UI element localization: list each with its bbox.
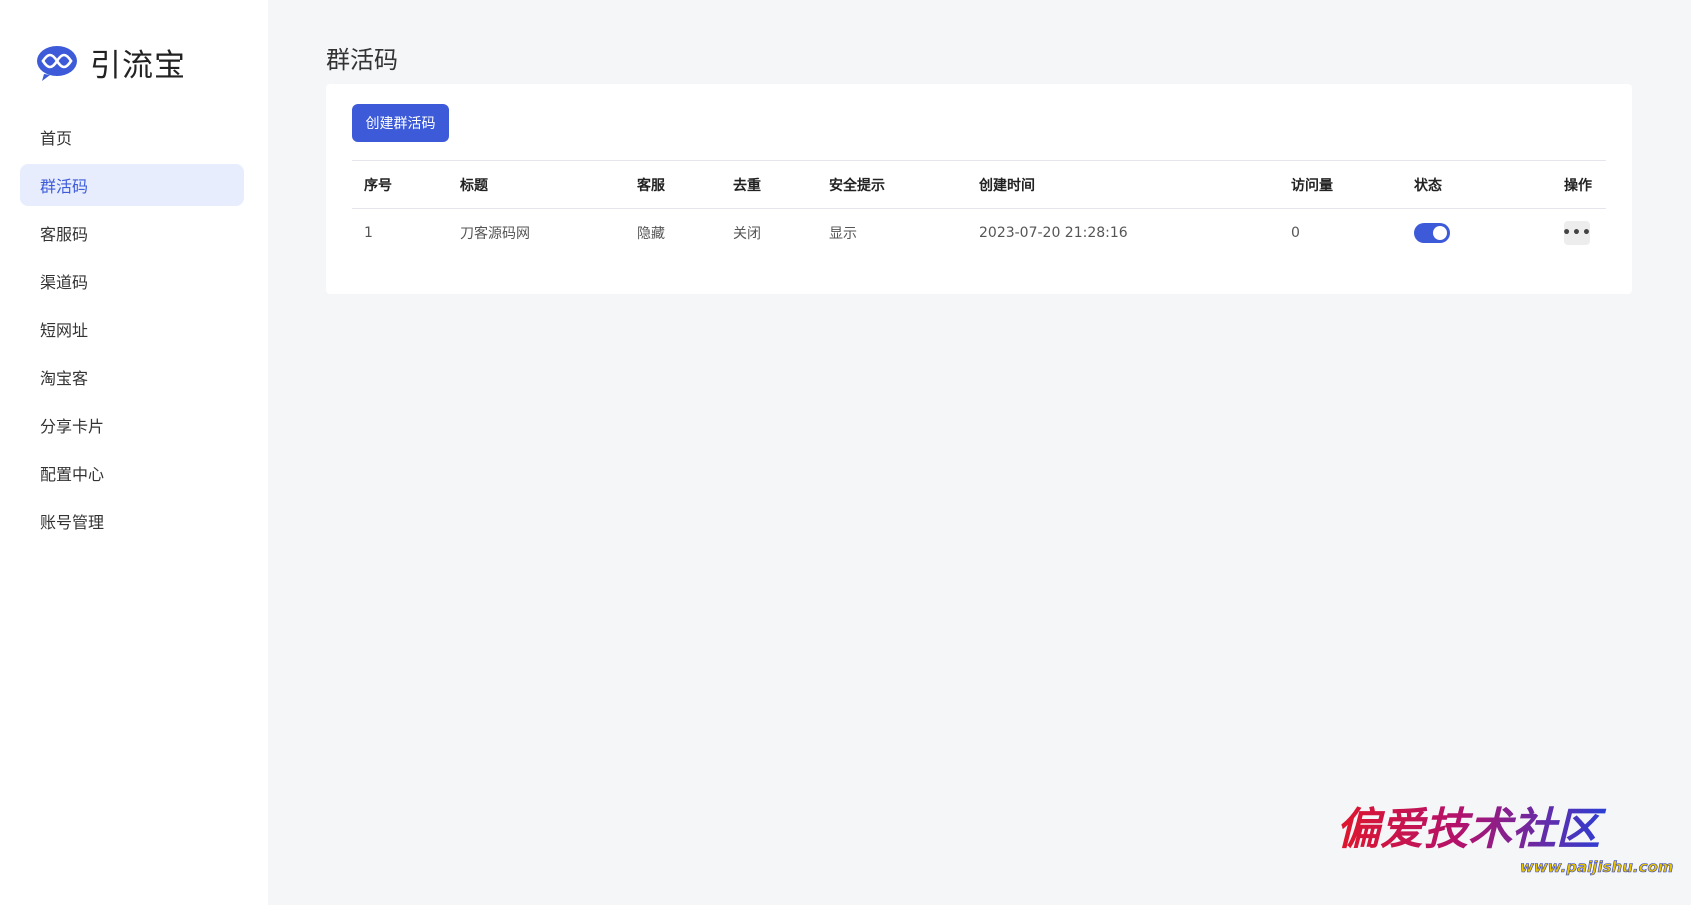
data-table: 序号 标题 客服 去重 安全提示 创建时间 访问量 状态 操作 1 刀客源码网 … [352,160,1606,257]
sidebar-item-label: 分享卡片 [40,417,105,436]
column-header-index: 序号 [364,177,392,194]
column-header-visits: 访问量 [1291,177,1333,194]
sidebar-nav: 首页 群活码 客服码 渠道码 短网址 淘宝客 分享卡片 配置中心 账号管理 [20,116,244,548]
sidebar-item-group-qrcode[interactable]: 群活码 [20,164,244,206]
column-header-created: 创建时间 [979,177,1035,194]
sidebar-item-home[interactable]: 首页 [20,116,244,158]
more-icon[interactable]: ••• [1562,221,1591,245]
sidebar-item-short-url[interactable]: 短网址 [20,308,244,350]
svg-text:www.paijishu.com: www.paijishu.com [1520,858,1673,876]
table-header: 序号 标题 客服 去重 安全提示 创建时间 访问量 状态 操作 [352,160,1606,209]
row-status [1414,209,1450,257]
sidebar-item-label: 首页 [40,129,73,148]
watermark-logo: 偏爱技术社区 www.paijishu.com [1336,804,1674,876]
sidebar-item-label: 渠道码 [40,273,89,292]
row-index: 1 [364,225,373,241]
column-header-actions: 操作 [1564,177,1592,194]
content-card: 创建群活码 序号 标题 客服 去重 安全提示 创建时间 访问量 状态 操作 1 … [326,84,1632,294]
page-title: 群活码 [326,46,398,74]
create-group-qrcode-button[interactable]: 创建群活码 [352,104,449,142]
sidebar-item-label: 淘宝客 [40,369,89,388]
row-dedup: 关闭 [733,226,761,242]
row-visits: 0 [1291,225,1300,241]
sidebar-item-account[interactable]: 账号管理 [20,500,244,542]
column-header-title: 标题 [460,177,488,194]
sidebar: 引流宝 首页 群活码 客服码 渠道码 短网址 淘宝客 分享卡片 配置中心 账号管… [0,0,268,905]
brand[interactable]: 引流宝 [36,40,186,85]
status-toggle[interactable] [1414,223,1450,243]
sidebar-item-label: 配置中心 [40,465,105,484]
brand-name: 引流宝 [90,48,186,84]
table-row: 1 刀客源码网 隐藏 关闭 显示 2023-07-20 21:28:16 0 •… [352,209,1606,257]
sidebar-item-label: 客服码 [40,225,89,244]
row-safety-tip: 显示 [829,226,857,242]
column-header-status: 状态 [1414,177,1442,194]
row-created: 2023-07-20 21:28:16 [979,225,1128,241]
sidebar-item-channel-qrcode[interactable]: 渠道码 [20,260,244,302]
svg-text:偏爱技术社区: 偏爱技术社区 [1336,804,1607,855]
sidebar-item-service-qrcode[interactable]: 客服码 [20,212,244,254]
brand-logo-icon [37,45,77,81]
column-header-safety-tip: 安全提示 [829,177,885,194]
sidebar-item-label: 账号管理 [40,513,105,532]
sidebar-item-taobaoke[interactable]: 淘宝客 [20,356,244,398]
column-header-service: 客服 [637,177,665,194]
sidebar-item-share-card[interactable]: 分享卡片 [20,404,244,446]
row-title: 刀客源码网 [460,226,530,242]
toggle-knob [1433,226,1447,240]
sidebar-item-config[interactable]: 配置中心 [20,452,244,494]
row-service: 隐藏 [637,226,665,242]
column-header-dedup: 去重 [733,177,761,194]
sidebar-item-label: 群活码 [40,177,89,196]
sidebar-item-label: 短网址 [40,321,89,340]
row-actions: ••• [1562,209,1591,257]
